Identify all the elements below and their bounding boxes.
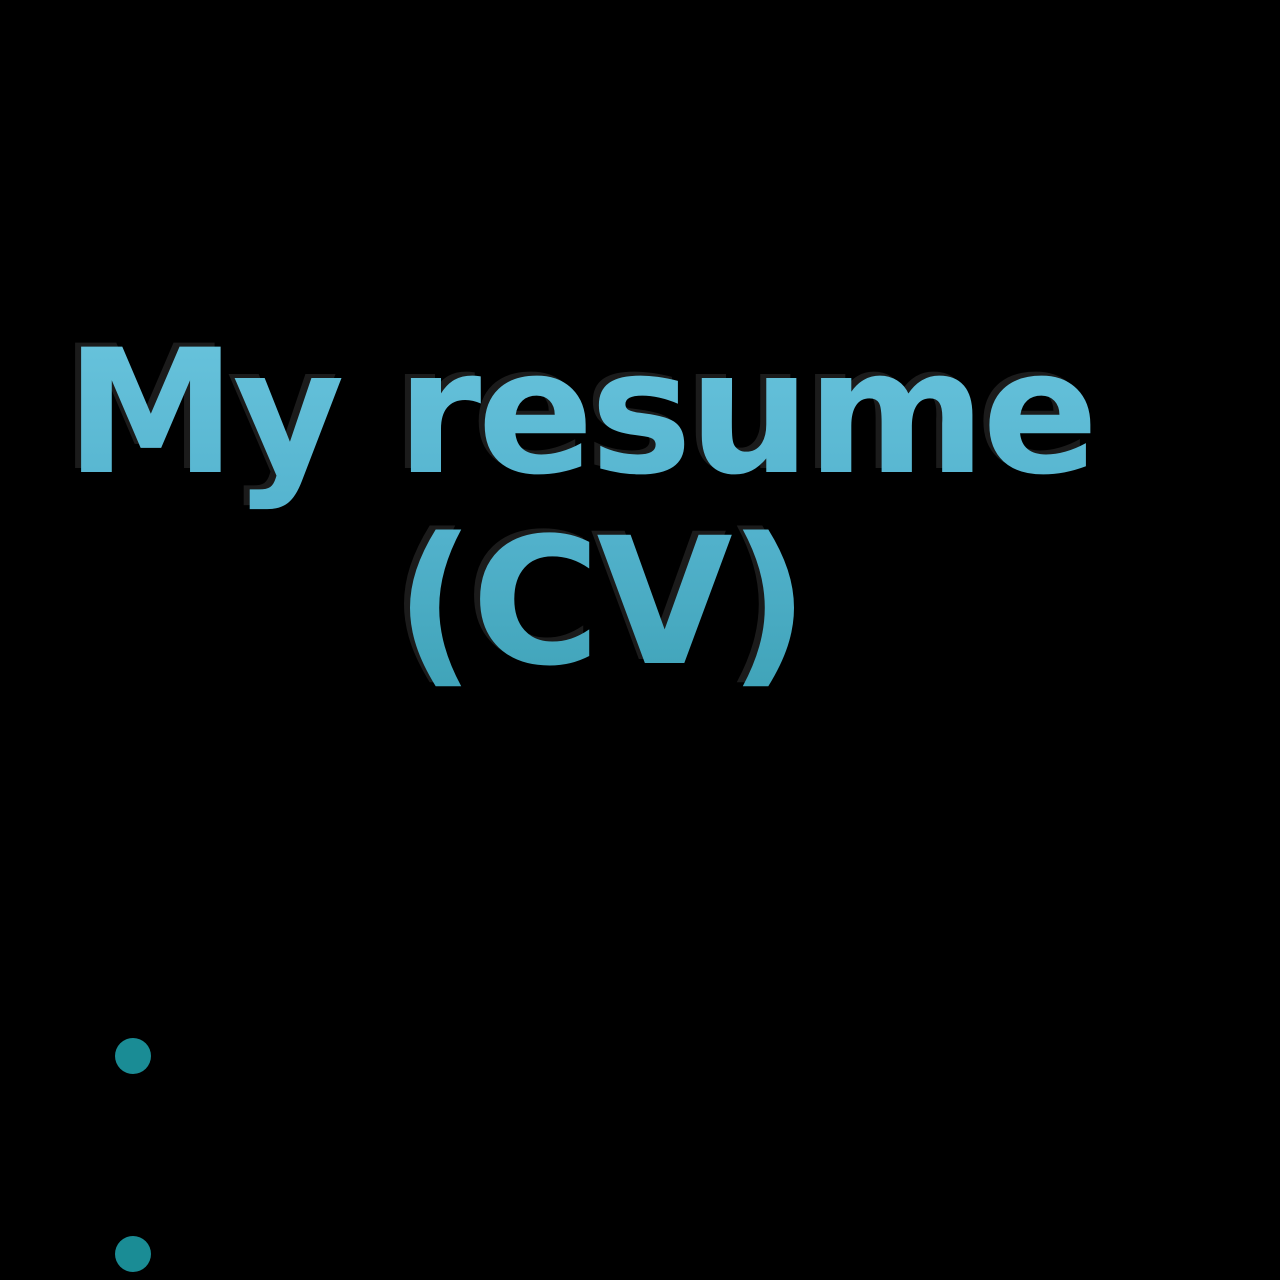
bullet-dot [115,1236,151,1272]
bullet-dot [115,1038,151,1074]
title-line-2: (CV) [394,500,806,705]
title-heading: My resume (CV) [0,318,1160,698]
title-line-1: My resume [65,312,1095,513]
